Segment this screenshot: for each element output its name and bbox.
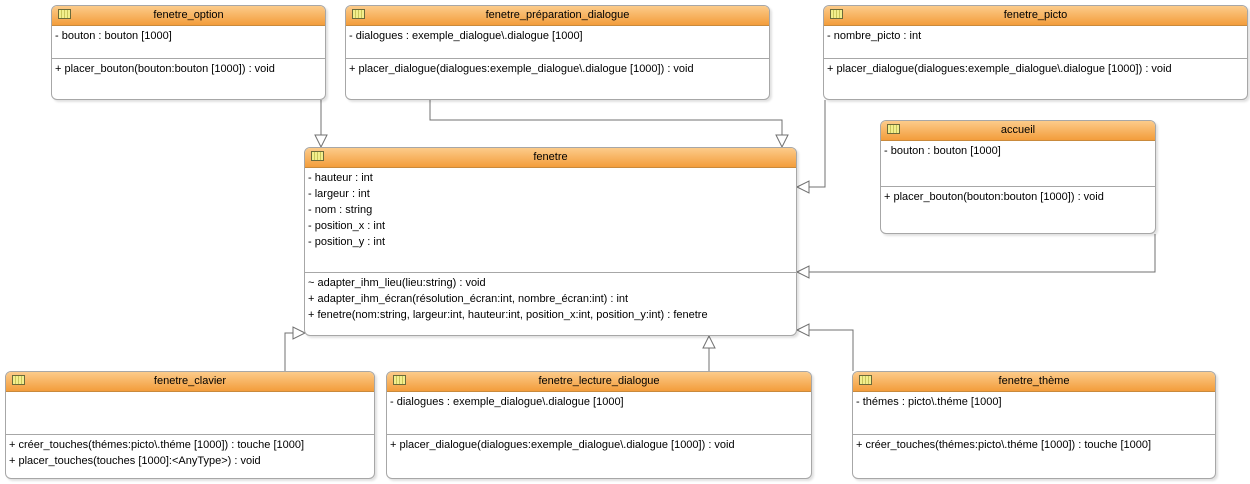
class-fenetre-clavier[interactable]: fenetre_clavier + créer_touches(thémes:p… <box>5 371 375 479</box>
class-name: fenetre_picto <box>1003 9 1068 21</box>
class-name: fenetre <box>533 151 568 163</box>
uml-class-icon <box>311 151 324 161</box>
class-name: fenetre_thème <box>998 375 1070 387</box>
class-header: fenetre_option <box>52 6 325 26</box>
operation: + créer_touches(thémes:picto\.théme [100… <box>9 439 305 451</box>
operation: ~ adapter_ihm_lieu(lieu:string) : void <box>308 277 486 289</box>
class-header: fenetre_lecture_dialogue <box>387 372 811 392</box>
attributes-compartment: - hauteur : int - largeur : int - nom : … <box>305 168 796 273</box>
class-fenetre-preparation-dialogue[interactable]: fenetre_préparation_dialogue - dialogues… <box>345 5 770 100</box>
attribute: - nombre_picto : int <box>827 30 922 42</box>
operation: + adapter_ihm_écran(résolution_écran:int… <box>308 293 629 305</box>
class-header: accueil <box>881 121 1155 141</box>
uml-class-icon <box>352 9 365 19</box>
attribute: - dialogues : exemple_dialogue\.dialogue… <box>349 30 583 42</box>
class-fenetre-option[interactable]: fenetre_option - bouton : bouton [1000] … <box>51 5 326 100</box>
attribute: - position_x : int <box>308 220 386 232</box>
operation: + créer_touches(thémes:picto\.théme [100… <box>856 439 1152 451</box>
edge-fenetre-theme <box>797 329 854 371</box>
class-header: fenetre_picto <box>824 6 1247 26</box>
operations-compartment: ~ adapter_ihm_lieu(lieu:string) : void +… <box>305 273 796 323</box>
class-fenetre[interactable]: fenetre - hauteur : int - largeur : int … <box>304 147 797 336</box>
class-accueil[interactable]: accueil - bouton : bouton [1000] + place… <box>880 120 1156 234</box>
uml-class-icon <box>58 9 71 19</box>
arrowhead-fenetre-preparation-dialogue <box>775 134 789 149</box>
arrowhead-accueil <box>795 265 810 279</box>
attribute: - hauteur : int <box>308 172 373 184</box>
operation: + placer_dialogue(dialogues:exemple_dial… <box>390 439 735 451</box>
uml-class-icon <box>859 375 872 385</box>
uml-class-icon <box>393 375 406 385</box>
operations-compartment: + créer_touches(thémes:picto\.théme [100… <box>6 435 374 469</box>
attribute: - position_y : int <box>308 236 386 248</box>
attributes-compartment: - dialogues : exemple_dialogue\.dialogue… <box>387 392 811 435</box>
attributes-compartment: - dialogues : exemple_dialogue\.dialogue… <box>346 26 769 59</box>
class-header: fenetre_thème <box>853 372 1215 392</box>
attribute: - dialogues : exemple_dialogue\.dialogue… <box>390 396 624 408</box>
operations-compartment: + placer_dialogue(dialogues:exemple_dial… <box>824 59 1247 77</box>
uml-class-icon <box>12 375 25 385</box>
edge-fenetre-clavier <box>284 332 305 371</box>
attributes-compartment: - nombre_picto : int <box>824 26 1247 59</box>
attribute: - largeur : int <box>308 188 370 200</box>
attributes-compartment <box>6 392 374 435</box>
attribute: - bouton : bouton [1000] <box>884 145 1001 157</box>
class-fenetre-picto[interactable]: fenetre_picto - nombre_picto : int + pla… <box>823 5 1248 100</box>
class-fenetre-lecture-dialogue[interactable]: fenetre_lecture_dialogue - dialogues : e… <box>386 371 812 479</box>
edge-fenetre-picto <box>797 100 826 188</box>
operation: + placer_dialogue(dialogues:exemple_dial… <box>827 63 1172 75</box>
operation: + fenetre(nom:string, largeur:int, haute… <box>308 309 708 321</box>
arrowhead-fenetre-picto <box>795 180 810 194</box>
attributes-compartment: - bouton : bouton [1000] <box>52 26 325 59</box>
attributes-compartment: - thémes : picto\.théme [1000] <box>853 392 1215 435</box>
arrowhead-fenetre-theme <box>795 323 810 337</box>
uml-class-icon <box>830 9 843 19</box>
attribute: - bouton : bouton [1000] <box>55 30 172 42</box>
operation: + placer_dialogue(dialogues:exemple_dial… <box>349 63 694 75</box>
edge-fenetre-preparation-dialogue <box>429 100 783 147</box>
arrowhead-fenetre-option <box>314 134 328 149</box>
operations-compartment: + créer_touches(thémes:picto\.théme [100… <box>853 435 1215 453</box>
class-header: fenetre_clavier <box>6 372 374 392</box>
attributes-compartment: - bouton : bouton [1000] <box>881 141 1155 187</box>
operations-compartment: + placer_dialogue(dialogues:exemple_dial… <box>387 435 811 453</box>
operations-compartment: + placer_bouton(bouton:bouton [1000]) : … <box>881 187 1155 205</box>
class-name: fenetre_préparation_dialogue <box>485 9 630 21</box>
class-name: fenetre_clavier <box>153 375 227 387</box>
class-name: accueil <box>1000 124 1036 136</box>
arrowhead-fenetre-lecture-dialogue <box>702 334 716 349</box>
operation: + placer_touches(touches [1000]:<AnyType… <box>9 455 261 467</box>
class-header: fenetre <box>305 148 796 168</box>
class-fenetre-theme[interactable]: fenetre_thème - thémes : picto\.théme [1… <box>852 371 1216 479</box>
attribute: - thémes : picto\.théme [1000] <box>856 396 1002 408</box>
operations-compartment: + placer_dialogue(dialogues:exemple_dial… <box>346 59 769 77</box>
operations-compartment: + placer_bouton(bouton:bouton [1000]) : … <box>52 59 325 77</box>
uml-class-icon <box>887 124 900 134</box>
edge-accueil <box>797 234 1156 273</box>
class-header: fenetre_préparation_dialogue <box>346 6 769 26</box>
operation: + placer_bouton(bouton:bouton [1000]) : … <box>884 191 1104 203</box>
class-name: fenetre_lecture_dialogue <box>538 375 660 387</box>
attribute: - nom : string <box>308 204 373 216</box>
operation: + placer_bouton(bouton:bouton [1000]) : … <box>55 63 275 75</box>
class-name: fenetre_option <box>153 9 224 21</box>
